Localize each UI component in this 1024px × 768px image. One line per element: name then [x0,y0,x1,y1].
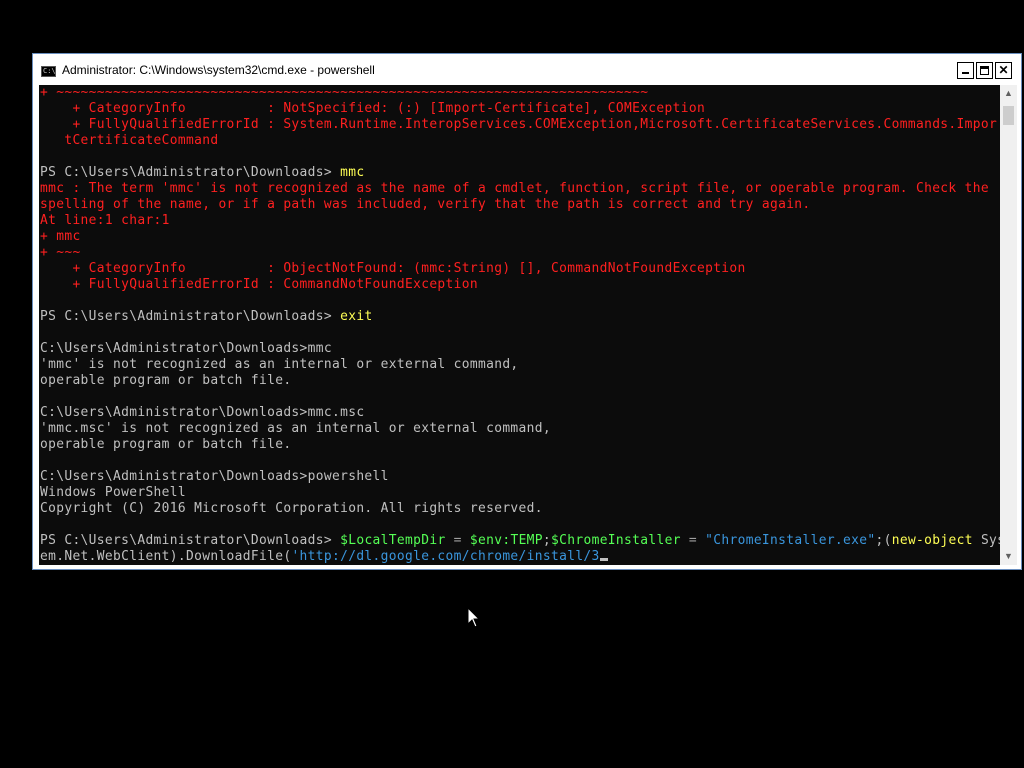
maximize-button[interactable] [976,62,993,79]
console-line: At line:1 char:1 [40,213,1000,229]
console-text: Copyright (C) 2016 Microsoft Corporation… [40,501,543,516]
console-line: operable program or batch file. [40,373,1000,389]
console-text: spelling of the name, or if a path was i… [40,197,811,212]
console-text: tCertificateCommand [40,133,219,148]
console-text-segment: $ChromeInstaller [551,533,681,548]
console-text-segment: PS C:\Users\Administrator\Downloads> [40,165,341,180]
maximize-icon [980,66,989,75]
console-text: mmc : The term 'mmc' is not recognized a… [40,181,989,196]
scroll-thumb[interactable] [1003,106,1014,125]
console-text-segment: = [445,533,470,548]
console-line: Windows PowerShell [40,485,1000,501]
console-text-segment: 'http://dl.google.com/chrome/install/3 [291,549,600,564]
console-text: + mmc [40,229,81,244]
console-line: operable program or batch file. [40,437,1000,453]
console-text: + CategoryInfo : ObjectNotFound: (mmc:St… [40,261,746,276]
console-line: 'mmc' is not recognized as an internal o… [40,357,1000,373]
console-text-segment: mmc [340,165,365,180]
console-text-segment: PS C:\Users\Administrator\Downloads> [40,533,341,548]
console-text: + CategoryInfo : NotSpecified: (:) [Impo… [40,101,706,116]
console-line: + CategoryInfo : ObjectNotFound: (mmc:St… [40,261,1000,277]
minimize-icon [962,72,969,74]
console-text: C:\Users\Administrator\Downloads>powersh… [40,469,389,484]
console-text: + ~~~~~~~~~~~~~~~~~~~~~~~~~~~~~~~~~~~~~~… [40,85,649,100]
console-line: C:\Users\Administrator\Downloads>powersh… [40,469,1000,485]
close-button[interactable]: ✕ [995,62,1012,79]
console-line: spelling of the name, or if a path was i… [40,197,1000,213]
console-text-segment: new-object [891,533,973,548]
console-line: tCertificateCommand [40,133,1000,149]
console-line: mmc : The term 'mmc' is not recognized a… [40,181,1000,197]
console-text-segment: PS C:\Users\Administrator\Downloads> [40,309,341,324]
console-text-segment: exit [340,309,373,324]
console-line: PS C:\Users\Administrator\Downloads> mmc [40,165,1000,181]
cmd-app-icon-text: C:\ [43,67,56,75]
console-text: operable program or batch file. [40,437,292,452]
console-line: C:\Users\Administrator\Downloads>mmc [40,341,1000,357]
console-text-segment: $LocalTempDir [340,533,446,548]
console-text: 'mmc' is not recognized as an internal o… [40,357,519,372]
console-lines: + ~~~~~~~~~~~~~~~~~~~~~~~~~~~~~~~~~~~~~~… [40,85,1000,565]
console-line: em.Net.WebClient).DownloadFile('http://d… [40,549,1000,565]
console-text: 'mmc.msc' is not recognized as an intern… [40,421,551,436]
console-line: Copyright (C) 2016 Microsoft Corporation… [40,501,1000,517]
scroll-down-arrow-icon[interactable]: ▼ [1000,548,1017,565]
console-text-segment: ; [542,533,552,548]
minimize-button[interactable] [957,62,974,79]
console-text-segment: "ChromeInstaller.exe" [705,533,876,548]
cmd-app-icon[interactable]: C:\ [41,66,56,77]
title-bar[interactable]: C:\ Administrator: C:\Windows\system32\c… [33,54,1021,85]
console-line: + CategoryInfo : NotSpecified: (:) [Impo… [40,101,1000,117]
console-text-segment: $env:TEMP [469,533,543,548]
mouse-pointer-icon [467,607,480,628]
console-line: + ~~~ [40,245,1000,261]
console-line: + FullyQualifiedErrorId : CommandNotFoun… [40,277,1000,293]
console-line: PS C:\Users\Administrator\Downloads> exi… [40,309,1000,325]
console-window[interactable]: C:\ Administrator: C:\Windows\system32\c… [32,53,1022,570]
close-icon: ✕ [998,63,1009,77]
console-text-segment: Syst [980,533,1000,548]
console-line: C:\Users\Administrator\Downloads>mmc.msc [40,405,1000,421]
console-text: + FullyQualifiedErrorId : System.Runtime… [40,117,998,132]
console-line: PS C:\Users\Administrator\Downloads> $Lo… [40,533,1000,549]
console-text: Windows PowerShell [40,485,186,500]
console-text: + ~~~ [40,245,81,260]
text-cursor [599,558,608,561]
console-output[interactable]: + ~~~~~~~~~~~~~~~~~~~~~~~~~~~~~~~~~~~~~~… [39,85,1000,565]
console-text: C:\Users\Administrator\Downloads>mmc [40,341,332,356]
console-text-segment: em.Net.WebClient).DownloadFile( [40,549,292,564]
console-text-segment: ;( [875,533,892,548]
console-text: At line:1 char:1 [40,213,170,228]
console-line: + ~~~~~~~~~~~~~~~~~~~~~~~~~~~~~~~~~~~~~~… [40,85,1000,101]
vertical-scrollbar[interactable]: ▲ ▼ [1000,85,1017,565]
console-line: + mmc [40,229,1000,245]
console-line: 'mmc.msc' is not recognized as an intern… [40,421,1000,437]
window-title: Administrator: C:\Windows\system32\cmd.e… [62,63,375,77]
console-text: operable program or batch file. [40,373,292,388]
console-text: + FullyQualifiedErrorId : CommandNotFoun… [40,277,478,292]
scroll-up-arrow-icon[interactable]: ▲ [1000,85,1017,102]
console-line: + FullyQualifiedErrorId : System.Runtime… [40,117,1000,133]
console-text: C:\Users\Administrator\Downloads>mmc.msc [40,405,365,420]
console-text-segment: = [680,533,706,548]
